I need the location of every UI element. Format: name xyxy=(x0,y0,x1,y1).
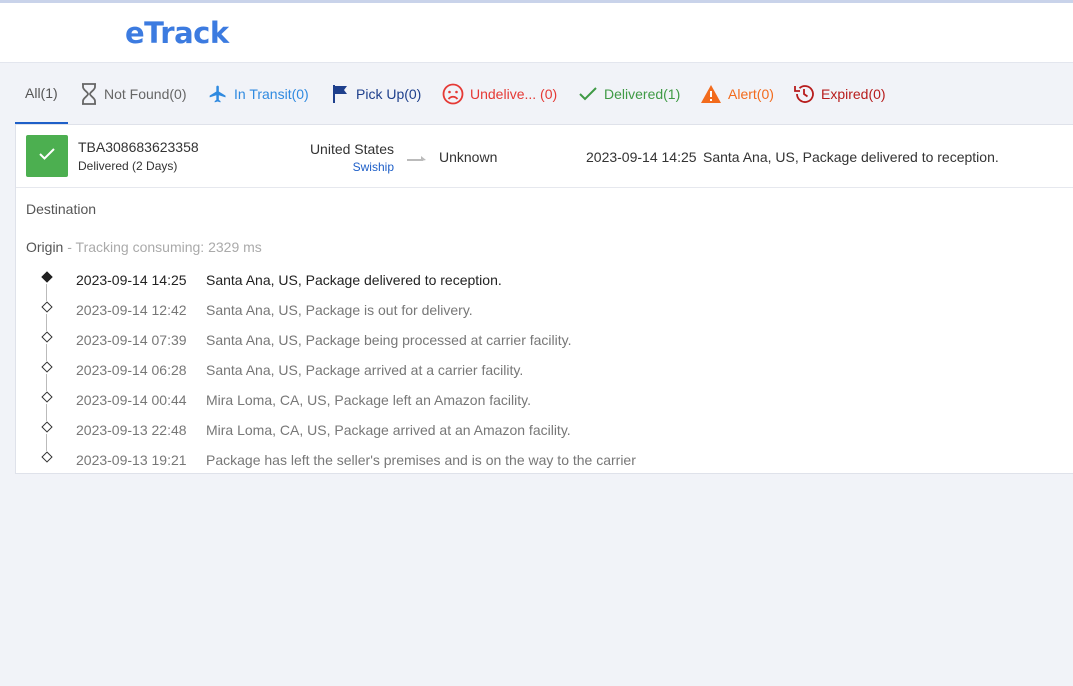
flag-icon xyxy=(332,84,350,104)
tab-undelivered-label: Undelive... (0) xyxy=(470,86,558,102)
timeline-diamond-icon xyxy=(41,391,53,403)
destination-section-label: Destination xyxy=(26,201,97,217)
timeline-diamond-icon xyxy=(41,451,53,463)
timeline-event: 2023-09-14 12:42 Santa Ana, US, Package … xyxy=(16,295,1073,331)
origin-section-label: Origin - Tracking consuming: 2329 ms xyxy=(26,239,262,255)
shipment-card: TBA308683623358 Delivered (2 Days) Unite… xyxy=(15,124,1073,474)
tab-in-transit-label: In Transit(0) xyxy=(234,86,309,102)
tab-not-found-label: Not Found(0) xyxy=(104,86,187,102)
timeline-event: 2023-09-14 14:25 Santa Ana, US, Package … xyxy=(16,265,1073,301)
event-description: Santa Ana, US, Package arrived at a carr… xyxy=(206,362,524,378)
app-header: eTrack xyxy=(0,3,1073,63)
event-time: 2023-09-13 19:21 xyxy=(76,452,187,468)
timeline-event: 2023-09-14 00:44 Mira Loma, CA, US, Pack… xyxy=(16,385,1073,421)
latest-event-time: 2023-09-14 14:25 xyxy=(586,149,697,165)
tab-expired-label: Expired(0) xyxy=(821,86,886,102)
tab-undelivered[interactable]: Undelive... (0) xyxy=(442,64,557,124)
event-description: Mira Loma, CA, US, Package arrived at an… xyxy=(206,422,571,438)
tab-expired[interactable]: Expired(0) xyxy=(793,64,886,124)
tracking-number[interactable]: TBA308683623358 xyxy=(78,139,199,155)
event-description: Mira Loma, CA, US, Package left an Amazo… xyxy=(206,392,531,408)
warning-icon xyxy=(700,84,722,104)
check-icon xyxy=(38,147,56,166)
tab-all-label: All(1) xyxy=(25,85,58,101)
event-description: Package has left the seller's premises a… xyxy=(206,452,636,468)
event-time: 2023-09-14 12:42 xyxy=(76,302,187,318)
carrier-link[interactable]: Swiship xyxy=(353,160,394,174)
timeline-diamond-icon xyxy=(41,331,53,343)
event-description: Santa Ana, US, Package being processed a… xyxy=(206,332,572,348)
tab-alert-label: Alert(0) xyxy=(728,86,774,102)
latest-event-description: Santa Ana, US, Package delivered to rece… xyxy=(703,149,999,165)
origin-country: United States xyxy=(309,141,394,157)
timeline-event: 2023-09-14 07:39 Santa Ana, US, Package … xyxy=(16,325,1073,361)
tracking-consuming-meta: - Tracking consuming: 2329 ms xyxy=(63,239,262,255)
tab-pick-up[interactable]: Pick Up(0) xyxy=(332,64,421,124)
status-tabs: All(1) Not Found(0) In Transit(0) Pick U… xyxy=(0,64,1073,124)
tab-pick-up-label: Pick Up(0) xyxy=(356,86,422,102)
tab-delivered[interactable]: Delivered(1) xyxy=(578,64,680,124)
timeline-diamond-icon xyxy=(41,301,53,313)
tab-in-transit[interactable]: In Transit(0) xyxy=(208,64,309,124)
event-time: 2023-09-14 14:25 xyxy=(76,272,187,288)
sad-face-icon xyxy=(442,83,464,105)
history-icon xyxy=(793,83,815,105)
timeline-event: 2023-09-13 22:48 Mira Loma, CA, US, Pack… xyxy=(16,415,1073,451)
event-time: 2023-09-14 00:44 xyxy=(76,392,187,408)
timeline-event: 2023-09-14 06:28 Santa Ana, US, Package … xyxy=(16,355,1073,391)
event-description: Santa Ana, US, Package is out for delive… xyxy=(206,302,473,318)
event-time: 2023-09-13 22:48 xyxy=(76,422,187,438)
check-icon xyxy=(578,85,598,103)
event-time: 2023-09-14 07:39 xyxy=(76,332,187,348)
timeline-diamond-icon xyxy=(41,361,53,373)
timeline-diamond-icon xyxy=(41,421,53,433)
logo-e: e xyxy=(125,16,145,50)
tab-alert[interactable]: Alert(0) xyxy=(700,64,774,124)
airplane-icon xyxy=(208,84,228,104)
delivery-status: Delivered (2 Days) xyxy=(78,159,178,173)
event-description: Santa Ana, US, Package delivered to rece… xyxy=(206,272,502,288)
timeline-filled-diamond-icon xyxy=(41,271,53,283)
shipment-summary-row[interactable]: TBA308683623358 Delivered (2 Days) Unite… xyxy=(16,125,1073,188)
tab-delivered-label: Delivered(1) xyxy=(604,86,681,102)
timeline-event: 2023-09-13 19:21 Package has left the se… xyxy=(16,445,1073,475)
route-arrow-icon xyxy=(406,151,428,169)
logo-track: Track xyxy=(144,16,229,50)
destination-country: Unknown xyxy=(439,149,498,165)
etrack-logo[interactable]: eTrack xyxy=(125,16,229,50)
tab-not-found[interactable]: Not Found(0) xyxy=(80,64,186,124)
origin-label-text: Origin xyxy=(26,239,64,255)
delivered-status-badge xyxy=(26,135,68,177)
event-time: 2023-09-14 06:28 xyxy=(76,362,187,378)
hourglass-icon xyxy=(80,83,98,105)
tab-all[interactable]: All(1) xyxy=(15,64,68,124)
